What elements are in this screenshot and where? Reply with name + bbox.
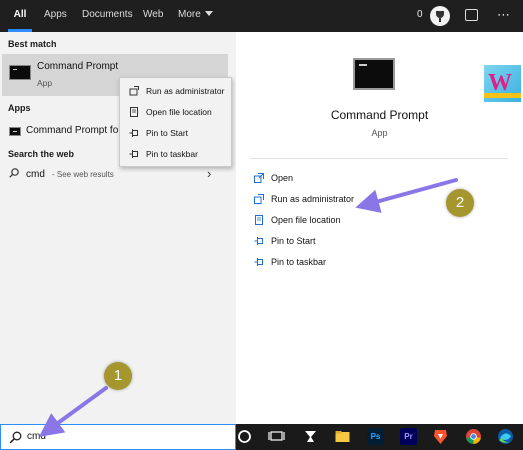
- task-view-icon[interactable]: [268, 428, 285, 445]
- cortana-icon[interactable]: [236, 428, 253, 445]
- action-label: Run as administrator: [271, 194, 355, 204]
- tab-more-label: More: [178, 9, 201, 20]
- command-prompt-icon: [9, 65, 31, 80]
- ctx-pin-to-taskbar[interactable]: Pin to taskbar: [120, 144, 231, 164]
- action-pin-to-start[interactable]: Pin to Start: [254, 233, 404, 251]
- open-icon: [254, 173, 264, 183]
- watermark-logo: W: [484, 65, 521, 102]
- chrome-icon[interactable]: [465, 428, 482, 445]
- divider: [250, 158, 508, 159]
- search-icon: [9, 431, 22, 444]
- web-result-query: cmd: [26, 169, 45, 180]
- app-icon[interactable]: [302, 428, 319, 445]
- photoshop-icon[interactable]: Ps: [367, 428, 384, 445]
- file-explorer-icon[interactable]: [334, 428, 351, 445]
- command-prompt-icon: [9, 127, 21, 136]
- best-match-heading: Best match: [8, 39, 57, 49]
- apps-heading: Apps: [8, 103, 31, 113]
- best-match-title: Command Prompt: [37, 61, 119, 72]
- tab-all[interactable]: All: [8, 0, 32, 32]
- pin-icon: [254, 258, 263, 266]
- action-label: Pin to taskbar: [271, 257, 327, 267]
- step-1-badge: 1: [104, 362, 132, 390]
- ctx-open-file-location[interactable]: Open file location: [120, 102, 231, 122]
- search-web-heading: Search the web: [8, 149, 75, 159]
- tab-web[interactable]: Web: [143, 0, 163, 32]
- edge-icon[interactable]: [497, 428, 514, 445]
- brave-icon[interactable]: [432, 428, 449, 445]
- feedback-icon[interactable]: [465, 9, 478, 21]
- app-result-label: Command Prompt fo: [26, 125, 119, 136]
- preview-subtitle: App: [371, 128, 388, 138]
- tab-apps[interactable]: Apps: [44, 0, 67, 32]
- ctx-label: Run as administrator: [146, 86, 225, 96]
- shield-run-icon: [254, 194, 264, 204]
- pin-icon: [129, 150, 138, 158]
- action-label: Open: [271, 173, 294, 183]
- tab-documents[interactable]: Documents: [82, 0, 133, 32]
- ctx-pin-to-start[interactable]: Pin to Start: [120, 123, 231, 143]
- action-open[interactable]: Open: [254, 170, 404, 188]
- action-label: Open file location: [271, 215, 341, 225]
- taskbar: cmd Ps Pr: [0, 424, 523, 450]
- preview-panel: Command Prompt App Open Run as administr…: [236, 32, 523, 424]
- ctx-label: Pin to Start: [146, 128, 189, 138]
- trophy-icon[interactable]: [430, 6, 450, 26]
- action-open-file-location[interactable]: Open file location: [254, 212, 404, 230]
- action-label: Pin to Start: [271, 236, 316, 246]
- chevron-down-icon: [204, 11, 213, 16]
- web-result-suffix: - See web results: [52, 170, 114, 179]
- file-location-icon: [130, 107, 138, 117]
- taskbar-search-box[interactable]: cmd: [0, 424, 236, 450]
- tab-more[interactable]: More: [178, 0, 213, 32]
- pin-icon: [254, 237, 263, 245]
- logo-bar: [484, 93, 521, 98]
- ctx-label: Pin to taskbar: [146, 149, 198, 159]
- web-result-item[interactable]: cmd - See web results ›: [2, 164, 228, 186]
- best-match-subtitle: App: [37, 78, 53, 88]
- search-scope-tabs: All Apps Documents Web More 0 ⋯: [0, 0, 523, 32]
- rewards-points: 0: [417, 9, 423, 20]
- ctx-run-as-administrator[interactable]: Run as administrator: [120, 81, 231, 101]
- context-menu: Run as administrator Open file location …: [119, 77, 232, 167]
- photoshop-label: Ps: [367, 428, 384, 445]
- action-run-as-administrator[interactable]: Run as administrator: [254, 191, 404, 209]
- file-location-icon: [255, 215, 263, 225]
- step-2-badge: 2: [446, 189, 474, 217]
- preview-title: Command Prompt: [330, 108, 429, 122]
- pin-icon: [129, 129, 138, 137]
- search-input[interactable]: cmd: [27, 431, 46, 442]
- search-icon: [9, 168, 19, 178]
- premiere-label: Pr: [400, 428, 417, 445]
- premiere-icon[interactable]: Pr: [400, 428, 417, 445]
- chevron-right-icon[interactable]: ›: [207, 166, 211, 181]
- command-prompt-icon: [353, 58, 395, 90]
- ctx-label: Open file location: [146, 107, 212, 117]
- more-options-icon[interactable]: ⋯: [497, 8, 510, 21]
- action-pin-to-taskbar[interactable]: Pin to taskbar: [254, 254, 404, 272]
- shield-run-icon: [129, 86, 139, 96]
